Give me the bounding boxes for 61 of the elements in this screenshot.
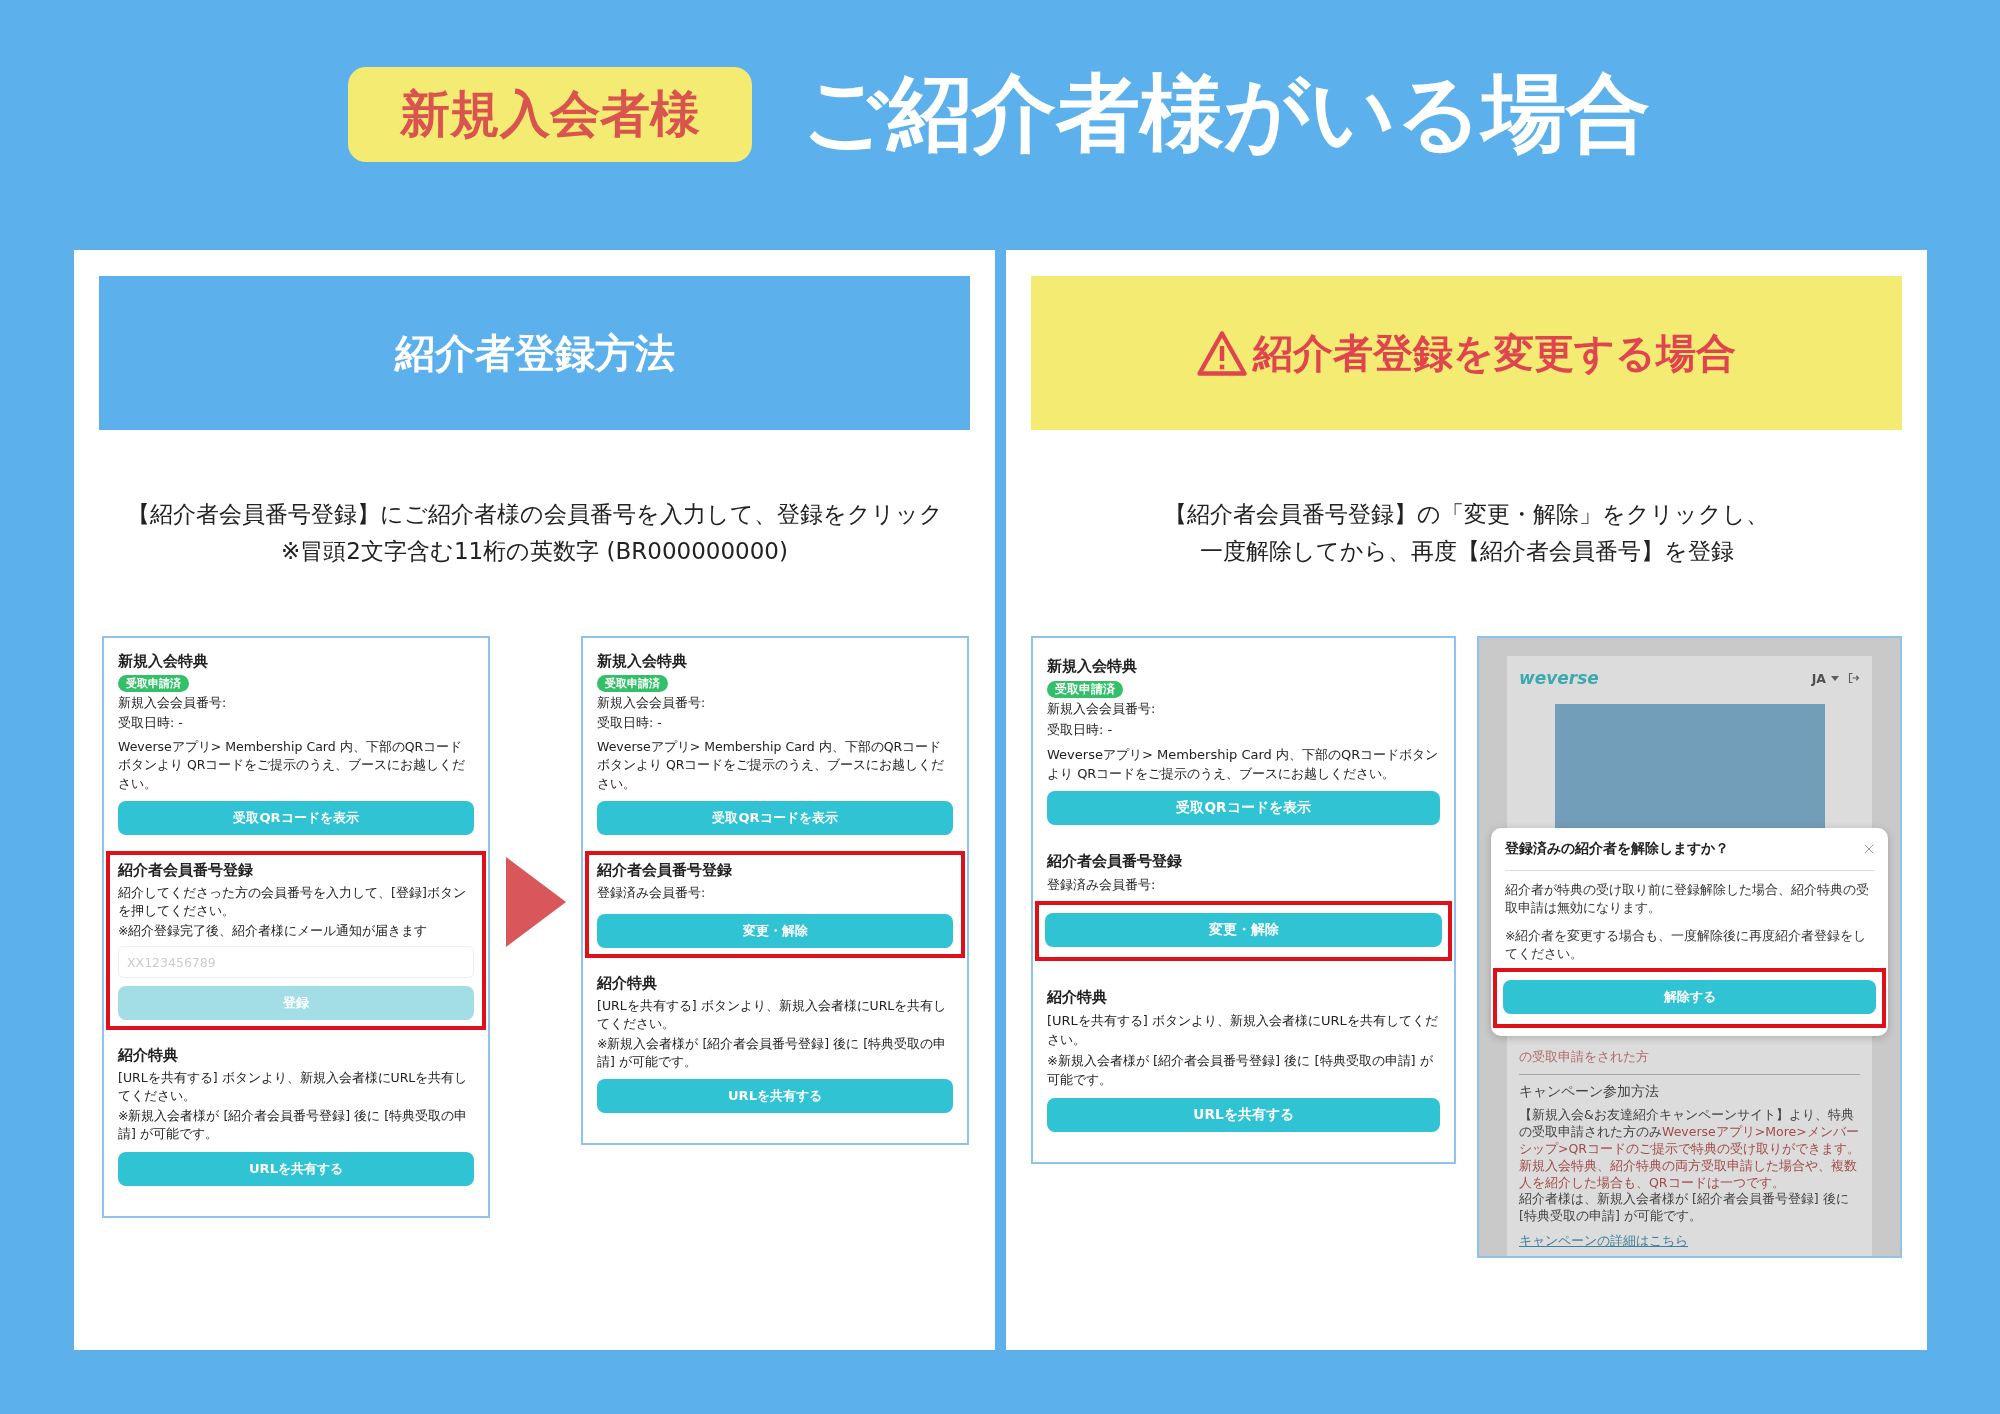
remove-button[interactable]: 解除する bbox=[1503, 979, 1876, 1014]
field-label: 新規入会会員番号: bbox=[597, 694, 707, 712]
section-heading: 紹介者登録を変更する場合 bbox=[1253, 328, 1736, 378]
field-label: 新規入会会員番号: bbox=[118, 694, 228, 712]
field-label: 受取日時: - bbox=[118, 714, 184, 733]
section-title: 紹介特典 bbox=[597, 973, 658, 993]
status-badge: 受取申請済 bbox=[118, 675, 189, 692]
share-url-button[interactable]: URLを共有する bbox=[118, 1151, 474, 1186]
category-badge: 新規入会者様 bbox=[348, 66, 752, 162]
field-label: 登録済み会員番号: bbox=[1047, 876, 1157, 895]
language-selector[interactable]: JA bbox=[1811, 670, 1826, 686]
info-text: ※紹介登録完了後、紹介者様にメール通知が届きます bbox=[118, 921, 429, 940]
instruction-text: 一度解除してから、再度【紹介者会員番号】を登録 bbox=[1199, 537, 1734, 566]
status-badge: 受取申請済 bbox=[1047, 681, 1123, 698]
caret-icon bbox=[1831, 675, 1839, 681]
info-text: [URLを共有する] ボタンより、新規入会者様にURLを共有してください。 bbox=[118, 1069, 469, 1106]
section-title: 紹介者会員番号登録 bbox=[597, 860, 733, 880]
field-label: 受取日時: - bbox=[597, 714, 663, 733]
logout-icon[interactable] bbox=[1848, 672, 1860, 684]
warning-icon bbox=[1197, 330, 1247, 376]
dialog-text: ※紹介者を変更する場合も、一度解除後に再度紹介者登録をしてください。 bbox=[1505, 927, 1868, 964]
instruction-text: 【紹介者会員番号登録】の「変更・解除」をクリックし、 bbox=[1164, 500, 1769, 529]
field-label: 登録済み会員番号: bbox=[597, 883, 707, 902]
field-label: 新規入会会員番号: bbox=[1047, 700, 1157, 718]
field-label: 受取日時: - bbox=[1047, 720, 1114, 739]
info-text: Weverseアプリ> Membership Card 内、下部のQRコードボタンより QRコードをご提示のうえ、ブースにお越しください。 bbox=[597, 738, 946, 793]
dialog-title: 登録済みの紹介者を解除しますか？ bbox=[1505, 840, 1729, 858]
dialog-text: 紹介者が特典の受け取り前に登録解除した場合、紹介特典の受取申請は無効になります。 bbox=[1505, 881, 1870, 918]
section-title: 新規入会特典 bbox=[1047, 656, 1138, 677]
qr-code-button[interactable]: 受取QRコードを表示 bbox=[1047, 791, 1440, 826]
info-text: ※新規入会者様が [紹介者会員番号登録] 後に [特典受取の申請] が可能です。 bbox=[597, 1035, 948, 1072]
section-title: 新規入会特典 bbox=[118, 652, 209, 671]
referral-button[interactable]: 変更・解除 bbox=[597, 913, 953, 948]
instruction-text: ※冒頭2文字含む11桁の英数字 (BR000000000) bbox=[281, 537, 788, 566]
info-text: [URLを共有する] ボタンより、新規入会者様にURLを共有してください。 bbox=[597, 996, 948, 1033]
qr-code-button[interactable]: 受取QRコードを表示 bbox=[118, 800, 474, 835]
info-text: [URLを共有する] ボタンより、新規入会者様にURLを共有してください。 bbox=[1047, 1012, 1439, 1050]
share-url-button[interactable]: URLを共有する bbox=[1047, 1097, 1440, 1132]
campaign-text: 【新規入会&お友達紹介キャンペーンサイト】より、特典の受取申請された方のみWeverseアプリ>More>メンバーシップ>QRコードのご提示で特典の受け取りができます。 新規入会特典、紹介特典の両方受取申請した場合や、複数人を紹介した場合も、QRコードは一つです。 紹介者様は、新規入会者様が [紹介者会員番号登録] 後に [特典受取の申請] が可能です。 bbox=[1519, 1107, 1860, 1226]
section-title: キャンペーン参加方法 bbox=[1519, 1083, 1660, 1101]
page-title: ご紹介者様がいる場合 bbox=[802, 63, 1650, 164]
section-title: 紹介者会員番号登録 bbox=[118, 860, 254, 880]
section-title: 新規入会特典 bbox=[597, 652, 688, 671]
info-text: ※新規入会者様が [紹介者会員番号登録] 後に [特典受取の申請] が可能です。 bbox=[118, 1107, 469, 1144]
info-text: Weverseアプリ> Membership Card 内、下部のQRコードボタンより QRコードをご提示のうえ、ブースにお越しください。 bbox=[1047, 745, 1440, 783]
referral-button[interactable]: 変更・解除 bbox=[1045, 913, 1442, 948]
info-text: 紹介してくださった方の会員番号を入力して、[登録]ボタンを押してください。 bbox=[118, 883, 467, 920]
campaign-details-link[interactable]: キャンペーンの詳細はこちら bbox=[1519, 1233, 1688, 1251]
logo: weverse bbox=[1519, 668, 1599, 688]
section-title: 紹介特典 bbox=[118, 1046, 179, 1065]
section-heading: 紹介者登録方法 bbox=[394, 328, 675, 378]
share-url-button[interactable]: URLを共有する bbox=[597, 1079, 953, 1114]
section-title: 紹介者会員番号登録 bbox=[1047, 851, 1183, 873]
close-icon[interactable] bbox=[1864, 844, 1874, 854]
status-badge: 受取申請済 bbox=[597, 675, 668, 692]
info-text: の受取申請をされた方 bbox=[1519, 1049, 1650, 1066]
qr-code-button[interactable]: 受取QRコードを表示 bbox=[597, 800, 953, 835]
instruction-text: 【紹介者会員番号登録】にご紹介者様の会員番号を入力して、登録をクリック bbox=[126, 500, 943, 529]
info-text: ※新規入会者様が [紹介者会員番号登録] 後に [特典受取の申請] が可能です。 bbox=[1047, 1051, 1434, 1089]
section-title: 紹介特典 bbox=[1047, 987, 1108, 1009]
info-text: Weverseアプリ> Membership Card 内、下部のQRコードボタンより QRコードをご提示のうえ、ブースにお越しください。 bbox=[118, 738, 467, 793]
